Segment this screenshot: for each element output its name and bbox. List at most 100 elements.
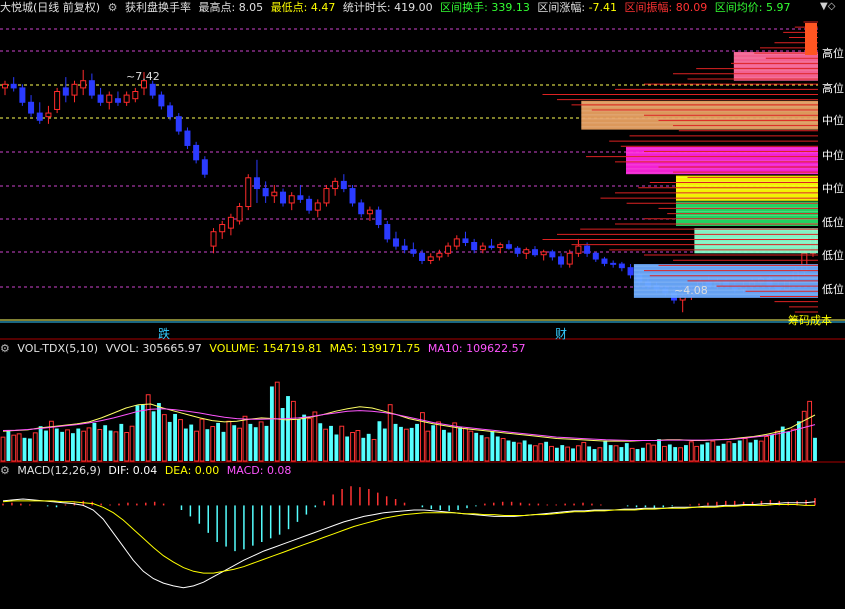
volume-bar <box>511 441 516 461</box>
candle <box>627 267 634 276</box>
volume-bar <box>592 449 597 461</box>
volume-bar <box>479 435 484 461</box>
volume-bar <box>587 446 592 461</box>
event-marker-1[interactable]: 跌 <box>158 325 170 342</box>
candle <box>314 202 321 211</box>
macd-settings-icon[interactable]: ⚙ <box>0 464 10 477</box>
volume-bar <box>500 437 506 462</box>
change-label: 区间涨幅: <box>537 1 586 14</box>
candle <box>366 209 373 215</box>
candle <box>201 159 208 175</box>
volume-bar <box>629 447 635 462</box>
candle <box>149 83 156 96</box>
volume-bar <box>684 445 688 461</box>
volume-bar <box>339 425 345 462</box>
high-label: 最高点: <box>198 1 236 14</box>
volume-bar <box>597 447 603 462</box>
volume-bar <box>167 421 172 461</box>
volume-bar <box>226 420 232 462</box>
candle <box>549 251 556 258</box>
vol-settings-icon[interactable]: ⚙ <box>0 342 10 355</box>
volume-bar <box>490 431 495 461</box>
candle <box>28 101 35 114</box>
zone-label-7: 低位 <box>822 249 844 262</box>
volume-bar <box>538 443 544 462</box>
span-label: 统计时长: <box>342 1 391 14</box>
candle <box>340 180 347 190</box>
volume-bar <box>484 437 490 462</box>
candle <box>514 247 521 254</box>
candle <box>245 177 252 208</box>
diamond-icon[interactable]: ◇ <box>828 1 836 12</box>
volume-bar <box>415 423 419 461</box>
volume-bar <box>81 430 87 462</box>
candle <box>45 112 52 118</box>
event-marker-2[interactable]: 财 <box>555 325 567 342</box>
vol-indicator-name[interactable]: VOL-TDX(5,10) <box>17 342 98 355</box>
macd-indicator-name[interactable]: MACD(12,26,9) <box>17 464 101 477</box>
volume-bar <box>253 427 258 461</box>
candle <box>540 251 547 256</box>
volume-bar <box>807 400 813 462</box>
candle <box>349 188 356 204</box>
macd-value: MACD: 0.08 <box>226 464 292 477</box>
low-label: 最低点: <box>270 1 308 14</box>
collapse-icon[interactable]: ▼ <box>820 1 828 12</box>
settings-icon[interactable]: ⚙ <box>108 1 118 14</box>
ma10-value: MA10: 109622.57 <box>427 342 526 355</box>
volume-bar <box>113 431 119 462</box>
candle <box>158 94 165 107</box>
macd-panel <box>2 486 816 589</box>
candle <box>88 80 95 96</box>
volume-bar <box>700 444 704 461</box>
candle <box>618 263 625 269</box>
volume-bar <box>710 440 716 462</box>
volume-bar <box>242 415 248 462</box>
volume-bar <box>119 423 124 461</box>
volume-bar <box>442 429 446 461</box>
candle <box>210 231 217 247</box>
span-value: 419.00 <box>394 1 433 14</box>
candle <box>2 83 8 89</box>
stock-title[interactable]: 大悦城(日线 前复权) <box>0 1 100 14</box>
candle <box>462 238 469 243</box>
volume-bar <box>70 433 75 461</box>
dea-value: DEA: 0.00 <box>164 464 220 477</box>
candle <box>219 224 226 233</box>
candle <box>132 91 139 100</box>
volume-bar <box>0 436 6 462</box>
volume-bar <box>516 442 522 462</box>
volume-bar <box>694 445 700 462</box>
candle <box>167 105 174 118</box>
main-header: 大悦城(日线 前复权) ⚙ 获利盘换手率 最高点: 8.05 最低点: 4.47… <box>0 0 794 16</box>
volume-bar <box>286 396 290 461</box>
chip-top-block <box>805 23 817 55</box>
candle <box>236 206 243 222</box>
bottom-right-label: 筹码成本 <box>788 314 832 327</box>
volume-bar <box>770 434 774 461</box>
chart-canvas[interactable] <box>0 0 845 609</box>
volume-bar <box>377 421 382 461</box>
volume-bar <box>742 437 748 462</box>
candle <box>531 249 538 256</box>
volume-bar <box>157 403 161 461</box>
amp-label: 区间振幅: <box>624 1 673 14</box>
volume-bar <box>6 431 11 461</box>
indicator-name[interactable]: 获利盘换手率 <box>125 1 191 14</box>
volume-bar <box>495 436 500 461</box>
volume-bar <box>269 386 274 461</box>
chip-distribution <box>542 21 818 313</box>
candle <box>419 252 426 261</box>
candle <box>97 94 104 103</box>
candle <box>505 244 512 249</box>
candle <box>280 191 287 204</box>
volume-bar <box>103 425 108 461</box>
volume-bar <box>318 423 323 461</box>
volume-bar <box>571 448 575 461</box>
volume-bar <box>436 421 441 462</box>
volume-bar <box>237 427 243 462</box>
volume-bar <box>140 404 145 461</box>
volume-bar <box>528 444 532 461</box>
volume-bar <box>673 447 678 461</box>
volume-bar <box>651 444 657 462</box>
